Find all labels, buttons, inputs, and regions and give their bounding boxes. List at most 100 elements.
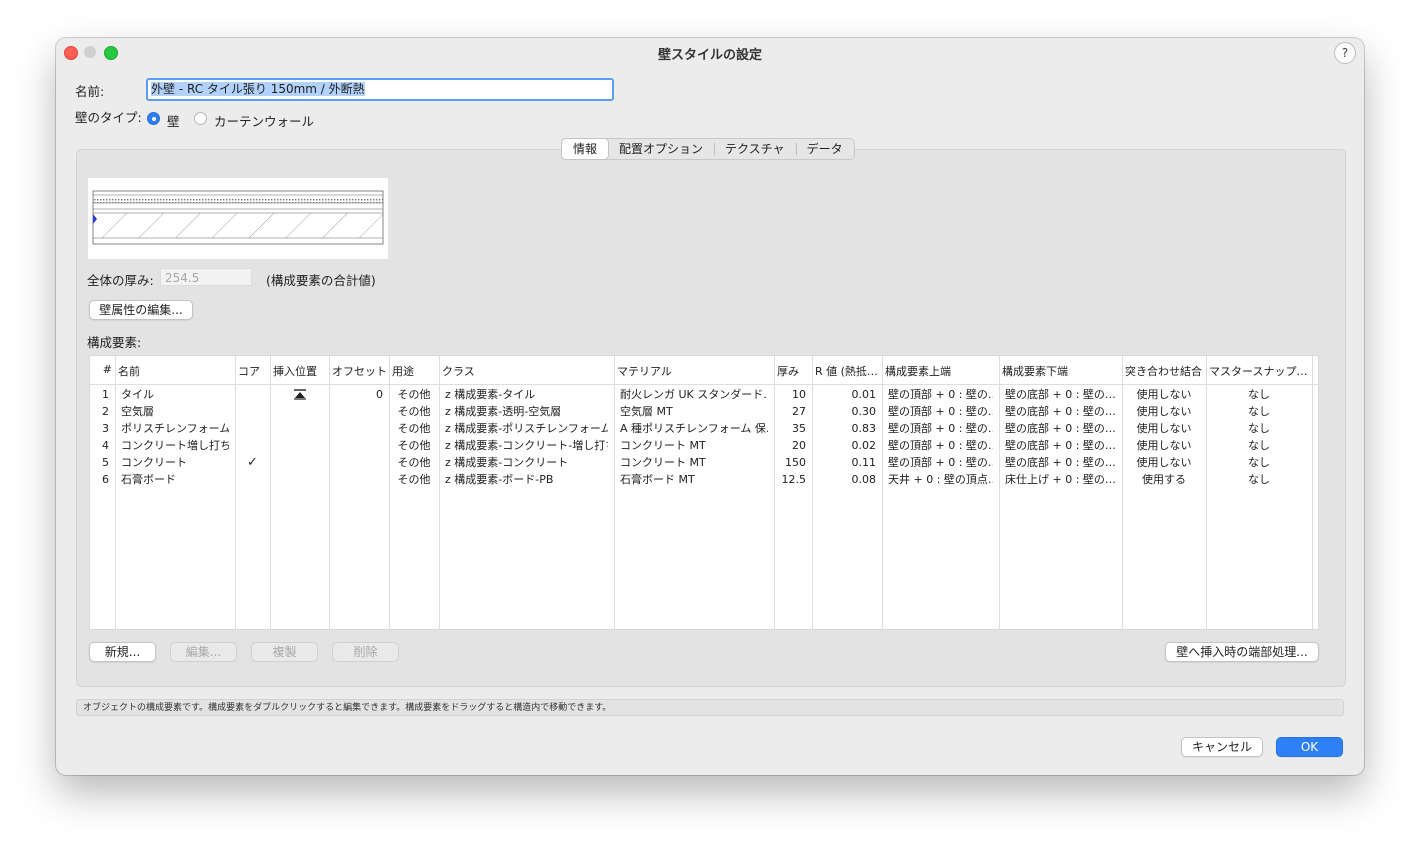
column-header-material[interactable]: マテリアル [617, 363, 771, 379]
cell-name: 空気層 [121, 405, 154, 418]
tab-bar: 情報 配置オプション テクスチャ データ [561, 138, 855, 160]
cancel-button[interactable]: キャンセル [1181, 737, 1263, 757]
cell-bottom-bound: 壁の底部 + 0 : 壁の… [1005, 388, 1116, 401]
end-treatment-button[interactable]: 壁へ挿入時の端部処理... [1165, 642, 1319, 662]
column-header-butt-join[interactable]: 突き合わせ結合 [1125, 363, 1203, 379]
column-header-core[interactable]: コア [238, 363, 267, 379]
duplicate-component-button[interactable]: 複製 [251, 642, 318, 662]
cell-thickness: 20 [792, 439, 806, 452]
cell-material: 耐火レンガ UK スタンダード… [620, 388, 768, 401]
table-row[interactable]: 3 ポリスチレンフォーム その他 z 構成要素-ポリスチレンフォーム A 種ポリスチレン… [90, 420, 1318, 437]
total-thickness-label: 全体の厚み: [87, 273, 154, 288]
wall-section-diagram [92, 190, 384, 245]
cell-top-bound: 壁の頂部 + 0 : 壁の… [888, 405, 993, 418]
tab-placement-options[interactable]: 配置オプション [608, 139, 714, 159]
cell-name: ポリスチレンフォーム [121, 422, 229, 435]
cell-top-bound: 壁の頂部 + 0 : 壁の… [888, 439, 993, 452]
radio-wall-label[interactable]: 壁 [167, 111, 180, 130]
column-header-offset[interactable]: オフセット [332, 363, 386, 379]
column-header-r-value[interactable]: R 値 (熱抵… [815, 363, 879, 379]
cell-class: z 構成要素-ボード-PB [445, 473, 554, 486]
status-hint: オブジェクトの構成要素です。構成要素をダブルクリックすると編集できます。構成要素… [76, 699, 1344, 716]
cell-usage: その他 [397, 456, 431, 469]
column-header-class[interactable]: クラス [442, 363, 611, 379]
total-thickness-field: 254.5 [160, 268, 252, 286]
cell-r-value: 0.11 [851, 456, 877, 469]
cell-thickness: 12.5 [781, 473, 807, 486]
cell-master-snap: なし [1248, 473, 1270, 486]
column-header-bottom-bound[interactable]: 構成要素下端 [1002, 363, 1119, 379]
edit-wall-attributes-button[interactable]: 壁属性の編集... [89, 300, 193, 320]
cell-material: 石膏ボード MT [620, 473, 695, 486]
cell-master-snap: なし [1248, 439, 1270, 452]
new-component-button[interactable]: 新規... [89, 642, 156, 662]
wall-section-preview [88, 178, 388, 259]
cell-master-snap: なし [1248, 456, 1270, 469]
help-button[interactable]: ? [1334, 42, 1356, 64]
cell-bottom-bound: 床仕上げ + 0 : 壁の… [1005, 473, 1116, 486]
radio-curtain-wall[interactable] [194, 112, 207, 125]
components-label: 構成要素: [87, 335, 142, 350]
cell-material: A 種ポリスチレンフォーム 保… [620, 422, 768, 435]
cell-master-snap: なし [1248, 405, 1270, 418]
cell-butt-join: 使用しない [1136, 422, 1192, 435]
column-header-master-snap[interactable]: マスタースナップ… [1209, 363, 1309, 379]
cell-name: コンクリート [121, 456, 187, 469]
cell-thickness: 10 [792, 388, 806, 401]
radio-wall[interactable] [147, 112, 160, 125]
window-title: 壁スタイルの設定 [657, 48, 762, 63]
cell-name: コンクリート増し打ち [121, 439, 229, 452]
cell-butt-join: 使用しない [1136, 405, 1192, 418]
tab-texture[interactable]: テクスチャ [714, 139, 796, 159]
cell-r-value: 0.01 [851, 388, 877, 401]
cell-top-bound: 壁の頂部 + 0 : 壁の… [888, 422, 993, 435]
name-field-value: 外壁 - RC タイル張り 150mm / 外断熱 [151, 82, 365, 96]
header-divider [90, 384, 1318, 385]
name-field[interactable]: 外壁 - RC タイル張り 150mm / 外断熱 [146, 78, 614, 101]
cell-butt-join: 使用しない [1136, 439, 1192, 452]
cell-top-bound: 壁の頂部 + 0 : 壁の… [888, 456, 993, 469]
edit-component-button[interactable]: 編集... [170, 642, 237, 662]
cell-index: 5 [102, 456, 109, 469]
cell-bottom-bound: 壁の底部 + 0 : 壁の… [1005, 422, 1116, 435]
cell-master-snap: なし [1248, 388, 1270, 401]
title-bar: 壁スタイルの設定 ? [56, 38, 1364, 66]
cell-top-bound: 壁の頂部 + 0 : 壁の… [888, 388, 993, 401]
cell-name: タイル [121, 388, 154, 401]
column-header-name[interactable]: 名前 [118, 363, 232, 379]
cell-thickness: 27 [792, 405, 806, 418]
cell-bottom-bound: 壁の底部 + 0 : 壁の… [1005, 405, 1116, 418]
core-check-icon: ✓ [247, 455, 258, 470]
cell-class: z 構成要素-ポリスチレンフォーム [445, 422, 608, 435]
cell-index: 4 [102, 439, 109, 452]
table-row[interactable]: 6 石膏ボード その他 z 構成要素-ボード-PB 石膏ボード MT 12.5 0.08 天井… [90, 471, 1318, 488]
cell-r-value: 0.30 [851, 405, 877, 418]
table-row[interactable]: 2 空気層 その他 z 構成要素-透明-空気層 空気層 MT 27 0.30 壁の頂部 + 0… [90, 403, 1318, 420]
name-label: 名前: [75, 84, 105, 99]
ok-button[interactable]: OK [1276, 737, 1343, 757]
cell-usage: その他 [397, 388, 431, 401]
cell-index: 1 [102, 388, 109, 401]
column-header-usage[interactable]: 用途 [392, 363, 436, 379]
tab-info[interactable]: 情報 [562, 139, 609, 159]
wall-type-label: 壁のタイプ: [75, 110, 142, 125]
column-header-insert-position[interactable]: 挿入位置 [273, 363, 326, 379]
insert-position-icon [276, 387, 323, 404]
tab-data[interactable]: データ [795, 139, 854, 159]
column-header-top-bound[interactable]: 構成要素上端 [885, 363, 996, 379]
column-header-index[interactable]: # [93, 363, 112, 376]
table-row[interactable]: 1 タイル 0 その他 z 構成要素-タイル 耐火レンガ UK スタンダード… 10 0.01… [90, 386, 1318, 403]
cell-r-value: 0.02 [851, 439, 877, 452]
cell-usage: その他 [397, 405, 431, 418]
radio-curtain-wall-label[interactable]: カーテンウォール [214, 111, 314, 130]
cell-index: 3 [102, 422, 109, 435]
cell-name: 石膏ボード [121, 473, 176, 486]
cell-material: コンクリート MT [620, 439, 706, 452]
cell-material: 空気層 MT [620, 405, 673, 418]
cell-thickness: 35 [792, 422, 806, 435]
column-header-thickness[interactable]: 厚み [777, 363, 809, 379]
table-row[interactable]: 5 コンクリート ✓ その他 z 構成要素-コンクリート コンクリート MT 150 0.11… [90, 454, 1318, 471]
delete-component-button[interactable]: 削除 [332, 642, 399, 662]
cell-bottom-bound: 壁の底部 + 0 : 壁の… [1005, 456, 1116, 469]
table-row[interactable]: 4 コンクリート増し打ち その他 z 構成要素-コンクリート-増し打ち コンクリート M… [90, 437, 1318, 454]
